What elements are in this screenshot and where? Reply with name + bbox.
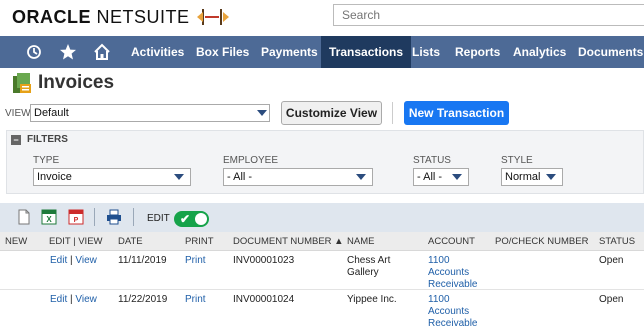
date-cell: 11/11/2019	[118, 255, 167, 266]
list-toolbar: X P EDIT ✔	[0, 203, 644, 232]
style-filter-label: STYLE	[501, 155, 533, 166]
toolbar-divider	[133, 208, 134, 226]
edit-view-cell: Edit | View	[50, 294, 97, 305]
view-select-value: Default	[34, 107, 69, 119]
filters-header[interactable]: − FILTERS	[7, 131, 644, 149]
table-row: Edit | View 11/22/2019 Print INV00001024…	[0, 290, 644, 329]
view-link[interactable]: View	[75, 255, 97, 266]
view-select[interactable]: Default	[30, 104, 270, 122]
view-label: VIEW	[5, 108, 31, 119]
netsuite-logo[interactable]: ORACLE NETSUITE	[12, 7, 190, 28]
name-cell: Chess Art Gallery	[347, 255, 390, 279]
check-icon: ✔	[180, 212, 191, 226]
divider	[392, 102, 393, 124]
excel-export-icon[interactable]: X	[41, 209, 57, 225]
svg-text:X: X	[46, 215, 52, 224]
date-cell: 11/22/2019	[118, 294, 168, 305]
print-icon[interactable]	[106, 209, 122, 225]
status-cell: Open	[599, 255, 624, 266]
company-logo-icon	[197, 9, 229, 25]
new-document-icon[interactable]	[16, 209, 32, 225]
nav-box-files[interactable]: Box Files	[196, 36, 249, 68]
account-link[interactable]: 1100 Accounts Receivable	[428, 255, 477, 291]
filters-title: FILTERS	[27, 134, 68, 145]
col-print: PRINT	[185, 236, 214, 247]
account-line-2: Accounts	[428, 306, 470, 317]
col-document-number[interactable]: DOCUMENT NUMBER ▲	[233, 236, 344, 247]
new-transaction-button[interactable]: New Transaction	[404, 101, 509, 125]
status-filter-value: - All -	[417, 171, 443, 183]
print-link[interactable]: Print	[185, 255, 206, 267]
collapse-icon[interactable]: −	[11, 135, 21, 145]
view-link[interactable]: View	[75, 294, 97, 305]
print-link[interactable]: Print	[185, 294, 206, 306]
edit-mode-toggle[interactable]: ✔	[174, 211, 209, 227]
style-filter-select[interactable]: Normal	[501, 168, 563, 186]
name-line-1: Yippee Inc.	[347, 294, 397, 305]
edit-view-cell: Edit | View	[50, 255, 97, 266]
account-link[interactable]: 1100 Accounts Receivable	[428, 294, 477, 330]
customize-view-button[interactable]: Customize View	[281, 101, 382, 125]
edit-mode-label: EDIT	[147, 213, 170, 224]
type-filter-select[interactable]: Invoice	[33, 168, 191, 186]
type-filter-label: TYPE	[33, 155, 60, 166]
chevron-down-icon	[452, 174, 462, 180]
invoice-page-icon	[13, 73, 31, 93]
col-name[interactable]: NAME	[347, 236, 374, 247]
account-line-3: Receivable	[428, 318, 478, 329]
chevron-down-icon	[356, 174, 366, 180]
col-po-check-number[interactable]: PO/CHECK NUMBER	[495, 236, 588, 247]
style-filter-value: Normal	[505, 171, 541, 183]
toolbar-divider	[94, 208, 95, 226]
logo-oracle-text: ORACLE	[12, 7, 91, 27]
home-icon[interactable]	[86, 36, 118, 68]
star-icon[interactable]	[52, 36, 84, 68]
employee-filter-label: EMPLOYEE	[223, 155, 279, 166]
nav-documents[interactable]: Documents	[578, 36, 643, 68]
chevron-down-icon	[174, 174, 184, 180]
col-date[interactable]: DATE	[118, 236, 143, 247]
nav-lists[interactable]: Lists	[412, 36, 440, 68]
status-cell: Open	[599, 294, 624, 305]
col-new[interactable]: NEW	[5, 236, 27, 247]
page-title: Invoices	[38, 72, 115, 93]
nav-payments[interactable]: Payments	[261, 36, 318, 68]
status-filter-select[interactable]: - All -	[413, 168, 469, 186]
svg-text:P: P	[74, 217, 79, 224]
edit-link[interactable]: Edit	[50, 255, 67, 266]
account-line-1: 1100	[428, 294, 450, 305]
status-filter-label: STATUS	[413, 155, 451, 166]
name-cell: Yippee Inc.	[347, 294, 397, 306]
type-filter-value: Invoice	[37, 171, 72, 183]
document-number-cell: INV00001023	[233, 255, 295, 266]
col-status[interactable]: STATUS	[599, 236, 635, 247]
edit-link[interactable]: Edit	[50, 294, 67, 305]
history-icon[interactable]	[18, 36, 50, 68]
col-account[interactable]: ACCOUNT	[428, 236, 475, 247]
chevron-down-icon	[257, 110, 267, 116]
name-line-2: Gallery	[347, 267, 379, 278]
account-line-2: Accounts	[428, 267, 470, 278]
table-header: NEW EDIT | VIEW DATE PRINT DOCUMENT NUMB…	[0, 232, 644, 251]
employee-filter-select[interactable]: - All -	[223, 168, 373, 186]
nav-reports[interactable]: Reports	[455, 36, 500, 68]
name-line-1: Chess Art	[347, 255, 391, 266]
nav-transactions[interactable]: Transactions	[321, 36, 412, 68]
nav-analytics[interactable]: Analytics	[513, 36, 566, 68]
top-header: ORACLE NETSUITE	[0, 0, 644, 34]
pdf-export-icon[interactable]: P	[68, 209, 84, 225]
employee-filter-value: - All -	[227, 171, 253, 183]
filters-panel: − FILTERS TYPE Invoice EMPLOYEE - All - …	[6, 130, 644, 194]
chevron-down-icon	[546, 174, 556, 180]
toggle-knob	[195, 213, 207, 225]
nav-activities[interactable]: Activities	[131, 36, 184, 68]
col-edit-view: EDIT | VIEW	[49, 236, 103, 247]
table-row: Edit | View 11/11/2019 Print INV00001023…	[0, 251, 644, 290]
logo-netsuite-text: NETSUITE	[96, 7, 190, 27]
account-line-1: 1100	[428, 255, 450, 266]
document-number-cell: INV00001024	[233, 294, 295, 305]
main-navbar: Activities Box Files Payments Transactio…	[0, 36, 644, 68]
global-search-input[interactable]	[333, 4, 644, 26]
